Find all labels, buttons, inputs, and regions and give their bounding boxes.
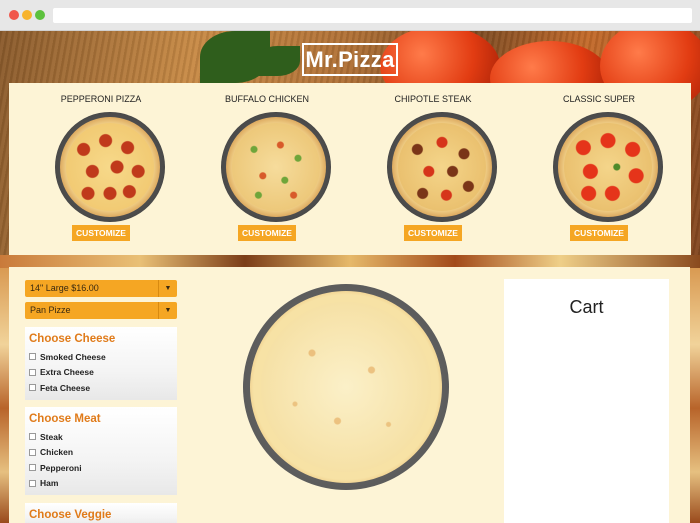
close-window-dot[interactable] (9, 10, 19, 20)
customize-button[interactable]: CUSTOMIZE (570, 225, 628, 241)
menu-item-buffalo-chicken: BUFFALO CHICKEN CUSTOMIZE (184, 83, 350, 255)
veggie-options: Choose Veggie (25, 503, 177, 523)
cheese-option-extra[interactable]: Extra Cheese (29, 365, 177, 381)
crust-select-value: Pan Pizze (30, 305, 71, 315)
checkbox[interactable] (29, 479, 36, 487)
menu-item-name: PEPPERONI PIZZA (60, 94, 142, 104)
browser-chrome (0, 0, 700, 31)
classic-super-pizza-image[interactable] (553, 112, 663, 222)
site-logo[interactable]: Mr.Pizza (302, 43, 398, 76)
size-select-value: 14" Large $16.00 (30, 283, 99, 293)
option-label: Pepperoni (40, 462, 82, 473)
chevron-down-icon[interactable]: ▼ (158, 280, 177, 297)
size-select[interactable]: 14" Large $16.00 ▼ (25, 280, 177, 297)
cheese-option-feta[interactable]: Feta Cheese (29, 380, 177, 396)
menu-item-name: CLASSIC SUPER (562, 94, 636, 104)
meat-option-chicken[interactable]: Chicken (29, 445, 177, 461)
option-label: Smoked Cheese (40, 351, 106, 362)
pepperoni-pizza-image[interactable] (55, 112, 165, 222)
chevron-down-icon[interactable]: ▼ (158, 302, 177, 319)
pizza-menu: PEPPERONI PIZZA CUSTOMIZE BUFFALO CHICKE… (9, 83, 691, 255)
cheese-options: Choose Cheese Smoked Cheese Extra Cheese… (25, 327, 177, 400)
option-label: Feta Cheese (40, 382, 91, 393)
menu-item-pepperoni: PEPPERONI PIZZA CUSTOMIZE (18, 83, 184, 255)
option-label: Steak (40, 431, 63, 442)
pizza-background-edge (0, 268, 9, 523)
pizza-preview-image (243, 284, 449, 490)
customize-button[interactable]: CUSTOMIZE (404, 225, 462, 241)
checkbox[interactable] (29, 464, 36, 472)
minimize-window-dot[interactable] (22, 10, 32, 20)
option-label: Extra Cheese (40, 367, 94, 378)
meat-option-pepperoni[interactable]: Pepperoni (29, 460, 177, 476)
meat-option-steak[interactable]: Steak (29, 429, 177, 445)
meat-options: Choose Meat Steak Chicken Pepperoni Ham (25, 407, 177, 495)
customize-button[interactable]: CUSTOMIZE (238, 225, 296, 241)
cart-panel: Cart (504, 279, 669, 523)
buffalo-chicken-pizza-image[interactable] (221, 112, 331, 222)
meat-option-ham[interactable]: Ham (29, 476, 177, 492)
option-label: Chicken (40, 447, 74, 458)
menu-item-classic-super: CLASSIC SUPER CUSTOMIZE (516, 83, 682, 255)
address-bar[interactable] (53, 8, 692, 23)
maximize-window-dot[interactable] (35, 10, 45, 20)
option-label: Ham (40, 478, 59, 489)
customize-button[interactable]: CUSTOMIZE (72, 225, 130, 241)
crust-select[interactable]: Pan Pizze ▼ (25, 302, 177, 319)
menu-item-name: CHIPOTLE STEAK (394, 94, 472, 104)
cheese-option-smoked[interactable]: Smoked Cheese (29, 349, 177, 365)
checkbox[interactable] (29, 384, 36, 392)
chipotle-steak-pizza-image[interactable] (387, 112, 497, 222)
meat-options-title: Choose Meat (29, 413, 101, 425)
checkbox[interactable] (29, 433, 36, 441)
menu-item-chipotle-steak: CHIPOTLE STEAK CUSTOMIZE (350, 83, 516, 255)
cheese-options-title: Choose Cheese (29, 333, 116, 345)
checkbox[interactable] (29, 448, 36, 456)
checkbox[interactable] (29, 353, 36, 361)
menu-item-name: BUFFALO CHICKEN (224, 94, 309, 104)
checkbox[interactable] (29, 368, 36, 376)
pizza-builder: 14" Large $16.00 ▼ Pan Pizze ▼ Choose Ch… (9, 267, 690, 523)
veggie-options-title: Choose Veggie (29, 509, 112, 521)
herb-leaf-image (255, 46, 300, 76)
cart-title: Cart (569, 297, 604, 317)
